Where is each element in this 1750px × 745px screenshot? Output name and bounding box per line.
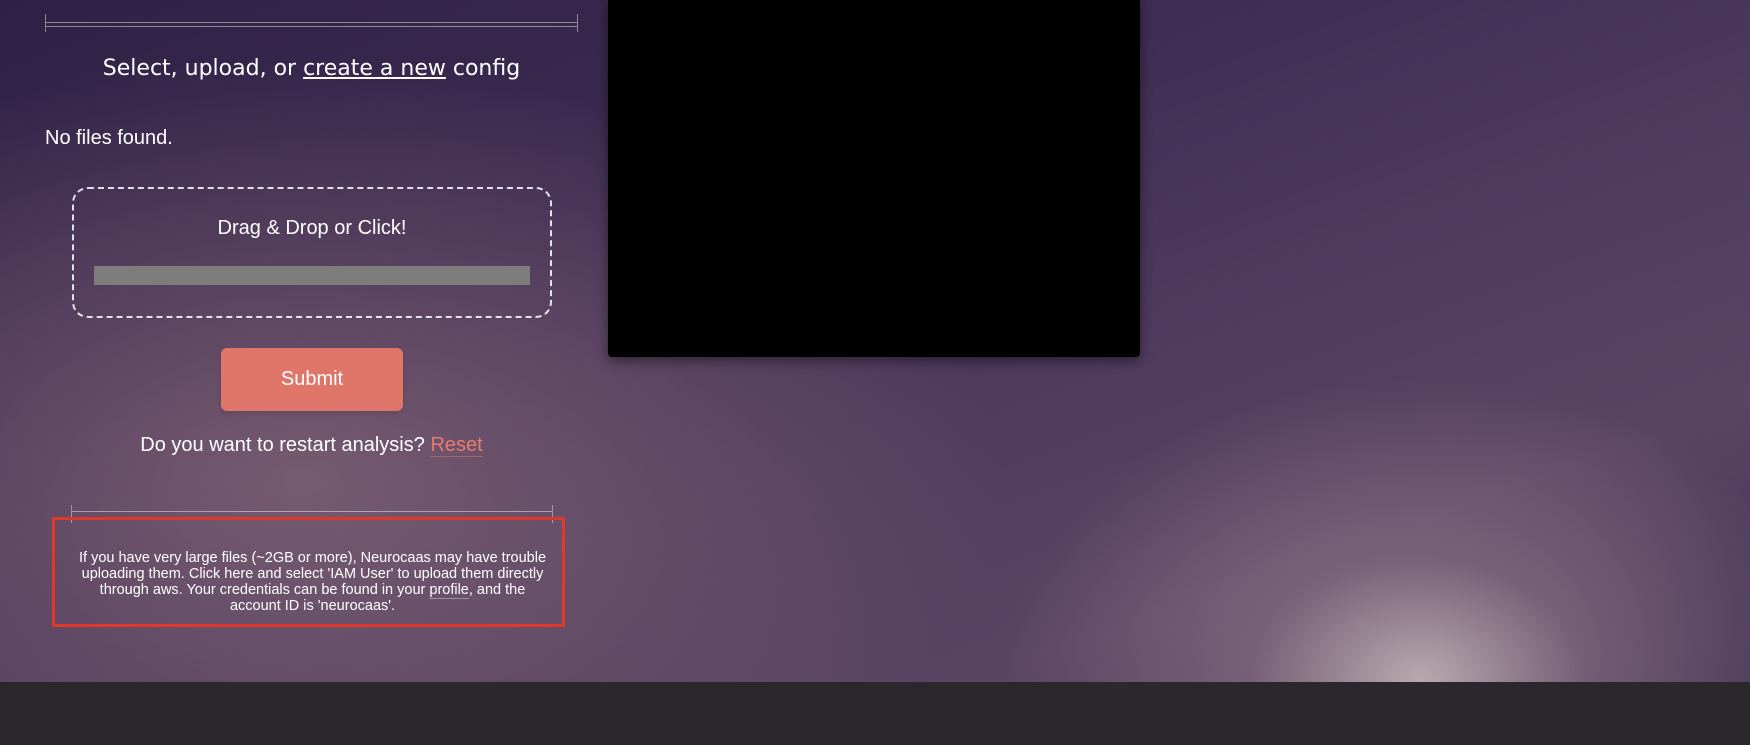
profile-link[interactable]: profile [429,582,469,599]
top-divider [45,14,578,32]
video-panel [608,0,1140,357]
restart-prompt: Do you want to restart analysis? Reset [45,434,578,457]
config-heading-suffix: config [445,56,521,81]
footer-bar [0,682,1750,745]
no-files-message: No files found. [45,127,173,149]
restart-question: Do you want to restart analysis? [140,434,431,456]
config-heading: Select, upload, or create a new config [45,56,578,81]
main-area: Select, upload, or create a new config N… [0,0,1750,682]
submit-button[interactable]: Submit [221,348,403,411]
large-files-notice-text: If you have very large files (~2GB or mo… [75,550,550,614]
dropzone-label: Drag & Drop or Click! [217,217,407,239]
large-files-notice: If you have very large files (~2GB or mo… [52,517,565,627]
create-new-config-link[interactable]: create a new [303,56,446,81]
reset-link[interactable]: Reset [430,434,483,457]
config-heading-prefix: Select, upload, or [102,56,304,81]
upload-progress-bar [94,266,530,285]
file-dropzone[interactable]: Drag & Drop or Click! [72,187,552,318]
